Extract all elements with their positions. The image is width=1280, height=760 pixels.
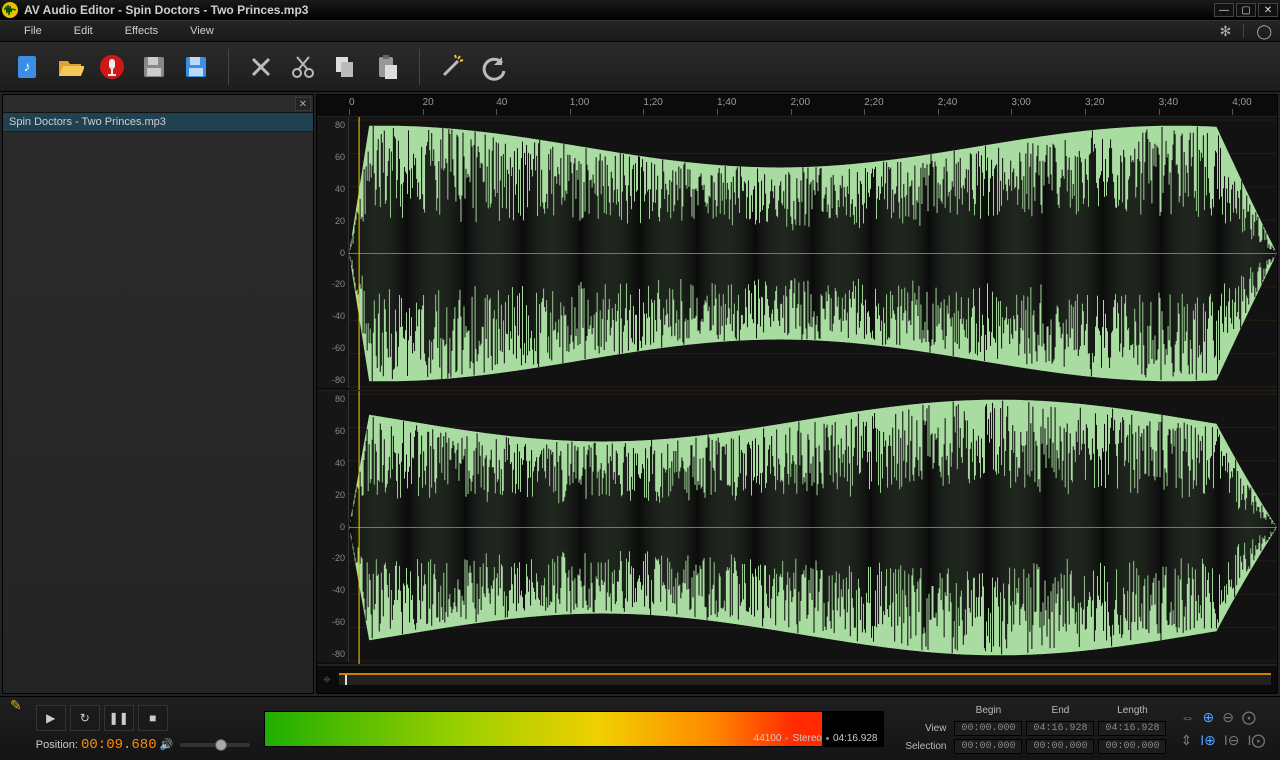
toolbar: ♪ — [0, 42, 1280, 92]
control-bar: ✎ ▶ ↻ ❚❚ ■ Position: 00:09.680 🔊 44100 S… — [0, 696, 1280, 760]
overview-scrollbar[interactable] — [339, 675, 1271, 685]
help-circle-icon[interactable]: ◯ — [1256, 23, 1272, 40]
zoom-out-v-icon[interactable]: I⊖ — [1224, 732, 1240, 749]
separator — [419, 49, 420, 85]
menu-effects[interactable]: Effects — [109, 22, 174, 40]
transport-controls: ▶ ↻ ❚❚ ■ — [36, 705, 251, 731]
record-button[interactable] — [94, 49, 130, 85]
overview-track: ⌖ — [317, 665, 1277, 693]
close-panel-button[interactable]: ✕ — [295, 97, 311, 111]
zoom-in-h-icon[interactable]: ⊕ — [1202, 709, 1214, 726]
play-button[interactable]: ▶ — [36, 705, 66, 731]
zoom-fit-h-icon[interactable]: ⇔ — [1180, 709, 1194, 726]
save-button[interactable] — [136, 49, 172, 85]
cut-button[interactable] — [285, 49, 321, 85]
zoom-out-h-icon[interactable]: ⊖ — [1222, 709, 1234, 726]
view-end[interactable]: 04:16.928 — [1026, 721, 1094, 736]
separator — [228, 49, 229, 85]
zoom-controls: ⇔ ⊕ ⊖ ⨀ ⇕ I⊕ I⊖ I⨀ — [1180, 709, 1265, 749]
volume-slider[interactable] — [180, 743, 250, 747]
separator — [1243, 24, 1244, 38]
title-bar: AV Audio Editor - Spin Doctors - Two Pri… — [0, 0, 1280, 20]
zoom-sel-h-icon[interactable]: ⨀ — [1242, 709, 1256, 726]
speaker-icon[interactable]: 🔊 — [160, 739, 174, 751]
zoom-fit-v-icon[interactable]: ⇕ — [1180, 732, 1192, 749]
paste-button[interactable] — [369, 49, 405, 85]
app-logo-icon — [2, 2, 18, 18]
view-length[interactable]: 04:16.928 — [1098, 721, 1166, 736]
minimize-button[interactable]: — — [1214, 3, 1234, 17]
sel-length[interactable]: 00:00.000 — [1098, 739, 1166, 754]
undo-button[interactable] — [476, 49, 512, 85]
save-as-button[interactable] — [178, 49, 214, 85]
delete-button[interactable] — [243, 49, 279, 85]
maximize-button[interactable]: ▢ — [1236, 3, 1256, 17]
level-meter: 44100 Stereo 04:16.928 — [264, 711, 884, 747]
sel-end[interactable]: 00:00.000 — [1026, 739, 1094, 754]
edit-mode-icon[interactable]: ✎ — [10, 697, 22, 714]
zoom-in-v-icon[interactable]: I⊕ — [1200, 732, 1216, 749]
track-list-item[interactable]: Spin Doctors - Two Princes.mp3 — [3, 113, 313, 132]
magic-wand-button[interactable] — [434, 49, 470, 85]
waveform-editor: 020401;001;201;402;002;202;403;003;203;4… — [316, 94, 1278, 694]
menu-file[interactable]: File — [8, 22, 58, 40]
channel-left[interactable]: 806040200-20-40-60-80 — [317, 117, 1277, 391]
position-readout: Position: 00:09.680 🔊 — [36, 737, 251, 753]
stop-button[interactable]: ■ — [138, 705, 168, 731]
loop-button[interactable]: ↻ — [70, 705, 100, 731]
amplitude-ruler: 806040200-20-40-60-80 — [317, 117, 349, 388]
track-list-header: ✕ — [3, 95, 313, 113]
menu-bar: File Edit Effects View ✻ ◯ — [0, 20, 1280, 42]
close-button[interactable]: ✕ — [1258, 3, 1278, 17]
menu-view[interactable]: View — [174, 22, 230, 40]
new-audio-button[interactable]: ♪ — [10, 49, 46, 85]
svg-text:♪: ♪ — [24, 58, 31, 74]
pause-button[interactable]: ❚❚ — [104, 705, 134, 731]
channel-right[interactable]: 806040200-20-40-60-80 — [317, 391, 1277, 665]
time-ruler[interactable]: 020401;001;201;402;002;202;403;003;203;4… — [317, 95, 1277, 117]
window-controls: — ▢ ✕ — [1214, 3, 1278, 17]
view-begin[interactable]: 00:00.000 — [954, 721, 1022, 736]
overview-anchor-icon[interactable]: ⌖ — [323, 671, 331, 688]
window-title: AV Audio Editor - Spin Doctors - Two Pri… — [24, 3, 1214, 17]
settings-gear-icon[interactable]: ✻ — [1220, 23, 1232, 40]
zoom-sel-v-icon[interactable]: I⨀ — [1247, 732, 1265, 749]
open-file-button[interactable] — [52, 49, 88, 85]
track-list-panel: ✕ Spin Doctors - Two Princes.mp3 — [2, 94, 314, 694]
menu-edit[interactable]: Edit — [58, 22, 109, 40]
workspace: ✕ Spin Doctors - Two Princes.mp3 020401;… — [0, 92, 1280, 696]
sel-begin[interactable]: 00:00.000 — [954, 739, 1022, 754]
copy-button[interactable] — [327, 49, 363, 85]
selection-readout: Begin End Length View 00:00.000 04:16.92… — [898, 702, 1166, 756]
amplitude-ruler: 806040200-20-40-60-80 — [317, 391, 349, 662]
